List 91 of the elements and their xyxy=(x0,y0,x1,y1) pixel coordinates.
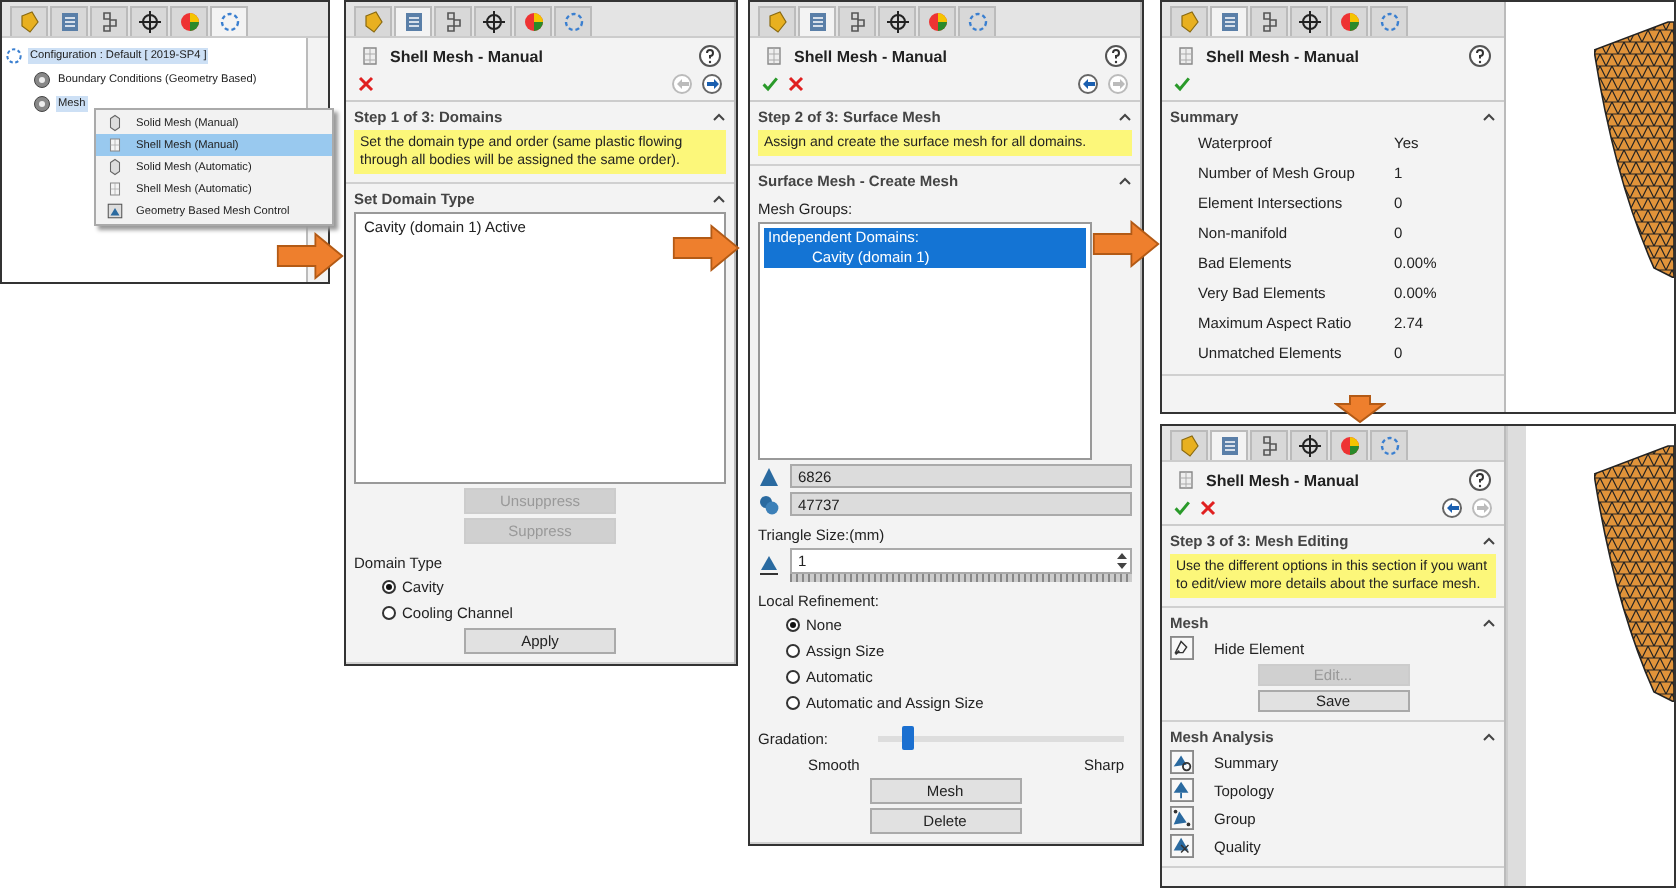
radio-button[interactable] xyxy=(786,670,800,684)
tree-node-icon xyxy=(32,70,52,90)
hide-tool-icon xyxy=(1170,636,1194,661)
crosshair-icon xyxy=(1297,434,1321,458)
cancel-icon[interactable] xyxy=(788,75,804,91)
shell-mesh-icon xyxy=(106,136,124,154)
part-icon xyxy=(1177,434,1201,458)
collapse-caret-icon[interactable] xyxy=(1482,536,1496,546)
shell-mesh-icon xyxy=(358,44,382,68)
radio-button[interactable] xyxy=(382,580,396,594)
summary-tool-icon xyxy=(1170,750,1194,775)
collapse-caret-icon[interactable] xyxy=(1482,618,1496,629)
flow-arrow xyxy=(1092,220,1160,268)
panel-tab[interactable] xyxy=(474,6,512,36)
quality-tool-icon xyxy=(1170,834,1194,859)
crosshair-icon xyxy=(481,10,505,34)
flow-arrow xyxy=(276,232,344,280)
panel-title: Shell Mesh - Manual xyxy=(794,47,949,65)
crosshair-icon xyxy=(137,10,161,34)
radio-button[interactable] xyxy=(786,618,800,632)
slider-thumb[interactable] xyxy=(901,726,914,750)
shell-mesh-icon xyxy=(762,44,786,68)
color-wheel-icon xyxy=(1337,434,1361,458)
collapse-caret-icon[interactable] xyxy=(1482,112,1496,122)
collapse-caret-icon[interactable] xyxy=(1118,112,1132,122)
crosshair-icon xyxy=(885,10,909,34)
panel-title: Shell Mesh - Manual xyxy=(1206,471,1361,489)
panel-tab[interactable] xyxy=(1290,430,1328,460)
flow-arrow xyxy=(672,224,740,272)
shell-mesh-icon xyxy=(106,180,124,198)
collapse-caret-icon[interactable] xyxy=(712,194,726,205)
cancel-icon[interactable] xyxy=(1200,499,1216,515)
spin-arrows-icon[interactable] xyxy=(1114,550,1130,572)
color-wheel-icon xyxy=(521,10,545,34)
crosshair-icon xyxy=(1297,10,1321,34)
help-icon[interactable] xyxy=(1468,44,1492,68)
list-icon xyxy=(1217,10,1241,34)
list-icon xyxy=(805,10,829,34)
dashed-circle-icon xyxy=(217,10,241,34)
help-icon[interactable] xyxy=(1468,468,1492,492)
dashed-circle-icon xyxy=(1377,10,1401,34)
collapse-caret-icon[interactable] xyxy=(1118,176,1132,187)
panel-title: Shell Mesh - Manual xyxy=(390,47,545,65)
config-icon xyxy=(1257,10,1281,34)
color-wheel-icon xyxy=(925,10,949,34)
ok-check-icon[interactable] xyxy=(1174,499,1190,515)
flow-arrow xyxy=(1334,394,1386,424)
back-button[interactable] xyxy=(1078,73,1098,93)
list-icon xyxy=(1217,434,1241,458)
triangle-icon xyxy=(758,465,780,487)
back-button[interactable] xyxy=(1442,497,1462,517)
dashed-circle-icon xyxy=(4,46,24,66)
help-icon[interactable] xyxy=(698,44,722,68)
collapse-caret-icon[interactable] xyxy=(712,112,726,122)
size-triangle-icon xyxy=(758,554,780,576)
config-icon xyxy=(1257,434,1281,458)
nodes-icon xyxy=(758,493,780,515)
help-icon[interactable] xyxy=(1104,44,1128,68)
radio-button[interactable] xyxy=(786,696,800,710)
part-icon xyxy=(361,10,385,34)
part-icon xyxy=(17,10,41,34)
ok-check-icon[interactable] xyxy=(762,75,778,91)
mesh-control-icon xyxy=(106,202,124,220)
scroll-bar[interactable] xyxy=(1506,426,1526,886)
cancel-icon[interactable] xyxy=(358,75,374,91)
part-icon xyxy=(1177,10,1201,34)
part-icon xyxy=(765,10,789,34)
shell-mesh-icon xyxy=(1174,44,1198,68)
group-tool-icon xyxy=(1170,806,1194,831)
list-icon xyxy=(57,10,81,34)
list-icon xyxy=(401,10,425,34)
panel-tab[interactable] xyxy=(130,6,168,36)
ok-check-icon[interactable] xyxy=(1174,75,1190,91)
topology-tool-icon xyxy=(1170,778,1194,803)
panel-tab[interactable] xyxy=(1290,6,1328,36)
color-wheel-icon xyxy=(177,10,201,34)
config-icon xyxy=(845,10,869,34)
panel-tab[interactable] xyxy=(878,6,916,36)
dashed-circle-icon xyxy=(561,10,585,34)
radio-button[interactable] xyxy=(786,644,800,658)
shell-mesh-icon xyxy=(1174,468,1198,492)
color-wheel-icon xyxy=(1337,10,1361,34)
config-icon xyxy=(97,10,121,34)
config-icon xyxy=(441,10,465,34)
dashed-circle-icon xyxy=(1377,434,1401,458)
dashed-circle-icon xyxy=(965,10,989,34)
panel-title: Shell Mesh - Manual xyxy=(1206,47,1361,65)
radio-button[interactable] xyxy=(382,606,396,620)
tree-node-icon xyxy=(32,94,52,114)
next-button[interactable] xyxy=(702,73,722,93)
collapse-caret-icon[interactable] xyxy=(1482,732,1496,743)
